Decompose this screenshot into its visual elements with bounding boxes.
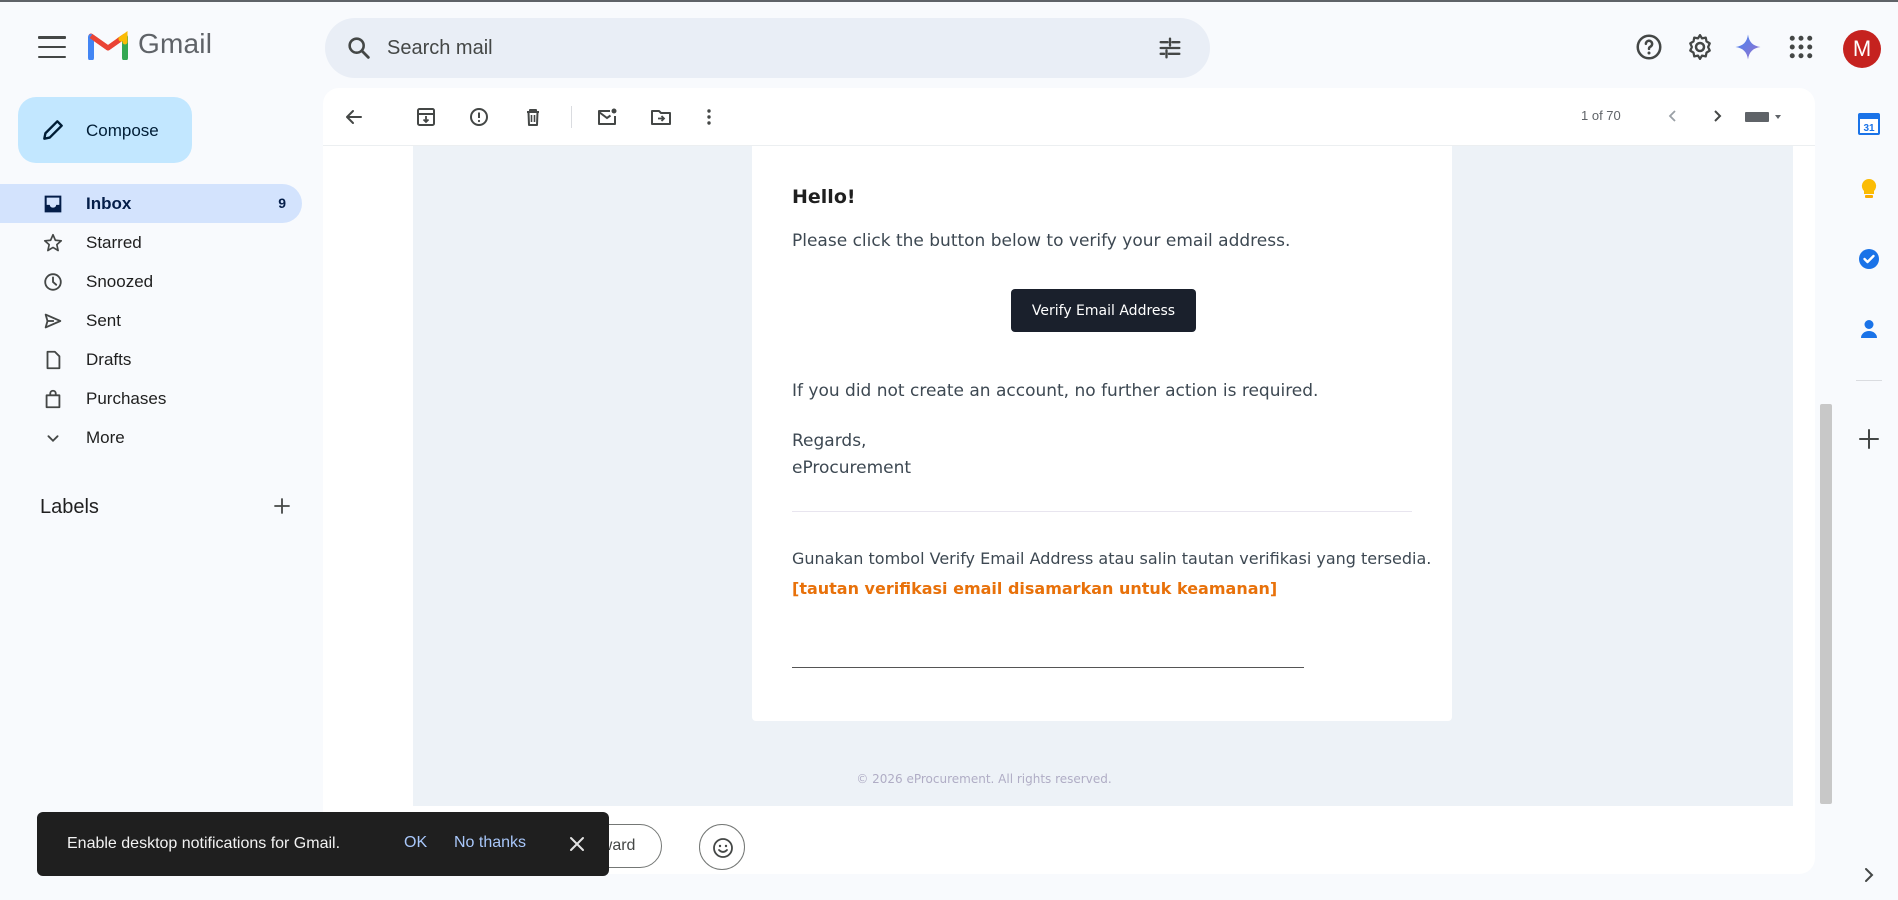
gemini-sparkle-icon[interactable] bbox=[1733, 32, 1763, 62]
settings-gear-icon[interactable] bbox=[1685, 32, 1715, 62]
scrollbar-thumb[interactable] bbox=[1820, 404, 1832, 804]
footer-copyright: © 2026 eProcurement. All rights reserved… bbox=[856, 772, 1112, 786]
sidebar-item-label: More bbox=[86, 428, 125, 447]
send-icon bbox=[44, 313, 62, 329]
search-input[interactable] bbox=[387, 28, 1087, 68]
compose-label: Compose bbox=[86, 121, 159, 140]
pencil-icon bbox=[43, 120, 63, 140]
email-instruction: Please click the button below to verify … bbox=[792, 231, 1291, 251]
inbox-icon bbox=[44, 195, 62, 213]
older-chevron-right-icon[interactable] bbox=[1705, 104, 1729, 128]
sidebar-item-starred[interactable]: Starred bbox=[0, 223, 302, 262]
gmail-logo[interactable]: Gmail bbox=[88, 28, 212, 60]
content-divider bbox=[792, 511, 1412, 512]
snackbar-no-thanks-button[interactable]: No thanks bbox=[448, 830, 532, 856]
compose-button[interactable]: Compose bbox=[18, 97, 192, 163]
more-vert-icon[interactable] bbox=[697, 105, 721, 129]
sidebar-item-inbox[interactable]: Inbox 9 bbox=[0, 184, 302, 223]
clock-icon bbox=[44, 273, 62, 291]
pagination-count: 1 of 70 bbox=[1581, 108, 1621, 123]
email-signature: eProcurement bbox=[792, 458, 912, 478]
search-icon[interactable] bbox=[345, 34, 373, 62]
email-regards: Regards, bbox=[792, 431, 867, 451]
sidebar-item-more[interactable]: More bbox=[0, 418, 302, 457]
top-header: Gmail M bbox=[0, 2, 1898, 90]
sidebar-item-label: Sent bbox=[86, 311, 121, 330]
contacts-person-icon[interactable] bbox=[1856, 316, 1882, 342]
email-footer: © 2026 eProcurement. All rights reserved… bbox=[323, 772, 1815, 786]
add-addon-plus-icon[interactable] bbox=[1856, 426, 1882, 452]
sidebar-nav: Inbox 9 Starred Snoozed Sent Drafts Purc bbox=[0, 184, 305, 457]
calendar-day: 31 bbox=[1863, 123, 1875, 134]
help-icon[interactable] bbox=[1634, 32, 1664, 62]
apps-grid-icon[interactable] bbox=[1786, 32, 1816, 62]
star-icon bbox=[43, 233, 63, 252]
tasks-check-icon[interactable] bbox=[1856, 246, 1882, 272]
search-bar bbox=[325, 18, 1210, 78]
back-arrow-icon[interactable] bbox=[342, 105, 366, 129]
email-no-action-text: If you did not create an account, no fur… bbox=[792, 381, 1319, 401]
chevron-down-icon bbox=[47, 435, 59, 443]
desktop-notification-snackbar: Enable desktop notifications for Gmail. … bbox=[37, 812, 609, 876]
message-toolbar: 1 of 70 bbox=[323, 88, 1815, 146]
sidebar-item-sent[interactable]: Sent bbox=[0, 301, 302, 340]
close-icon[interactable] bbox=[565, 832, 589, 856]
report-spam-icon[interactable] bbox=[467, 105, 491, 129]
email-content-card: Hello! Please click the button below to … bbox=[752, 146, 1452, 721]
labels-heading: Labels bbox=[40, 496, 99, 518]
delete-trash-icon[interactable] bbox=[521, 105, 545, 129]
search-options-icon[interactable] bbox=[1156, 34, 1184, 62]
sidebar-item-drafts[interactable]: Drafts bbox=[0, 340, 302, 379]
emoji-reaction-button[interactable] bbox=[699, 824, 745, 870]
mark-unread-icon[interactable] bbox=[595, 105, 619, 129]
email-greeting: Hello! bbox=[792, 186, 856, 208]
app-name: Gmail bbox=[138, 28, 213, 59]
rail-divider bbox=[1856, 380, 1882, 381]
sidebar-item-label: Inbox bbox=[86, 194, 132, 213]
signature-line bbox=[792, 667, 1304, 668]
email-body-background: Hello! Please click the button below to … bbox=[413, 146, 1793, 806]
input-tools-keyboard-icon[interactable] bbox=[1743, 108, 1783, 126]
newer-chevron-left-icon[interactable] bbox=[1661, 104, 1685, 128]
add-label-icon[interactable] bbox=[270, 494, 294, 518]
sidebar-item-purchases[interactable]: Purchases bbox=[0, 379, 302, 418]
show-side-panel-chevron-icon[interactable] bbox=[1856, 862, 1882, 888]
account-avatar[interactable]: M bbox=[1843, 30, 1881, 68]
archive-icon[interactable] bbox=[414, 105, 438, 129]
sidebar-item-label: Starred bbox=[86, 233, 142, 252]
keep-bulb-icon[interactable] bbox=[1856, 176, 1882, 202]
smiley-icon bbox=[713, 838, 733, 858]
sidebar-item-snoozed[interactable]: Snoozed bbox=[0, 262, 302, 301]
masked-verification-link: [tautan verifikasi email disamarkan untu… bbox=[792, 579, 1278, 598]
sidebar-item-label: Purchases bbox=[86, 389, 167, 408]
message-view: 1 of 70 Hello! Please click the button b… bbox=[323, 88, 1815, 874]
toolbar-divider bbox=[571, 106, 572, 128]
move-to-folder-icon[interactable] bbox=[649, 105, 673, 129]
snackbar-ok-button[interactable]: OK bbox=[398, 830, 433, 856]
verify-email-button[interactable]: Verify Email Address bbox=[1011, 289, 1196, 332]
draft-icon bbox=[46, 350, 61, 370]
sidebar-item-label: Drafts bbox=[86, 350, 132, 369]
snackbar-message: Enable desktop notifications for Gmail. bbox=[67, 835, 341, 852]
calendar-icon[interactable]: 31 bbox=[1856, 111, 1882, 137]
gmail-m-icon bbox=[88, 31, 128, 60]
sidebar-item-label: Snoozed bbox=[86, 272, 154, 291]
email-subcopy: Gunakan tombol Verify Email Address atau… bbox=[792, 549, 1432, 568]
bag-icon bbox=[45, 389, 61, 409]
main-menu-icon[interactable] bbox=[38, 36, 66, 58]
unread-count-badge: 9 bbox=[278, 195, 286, 211]
